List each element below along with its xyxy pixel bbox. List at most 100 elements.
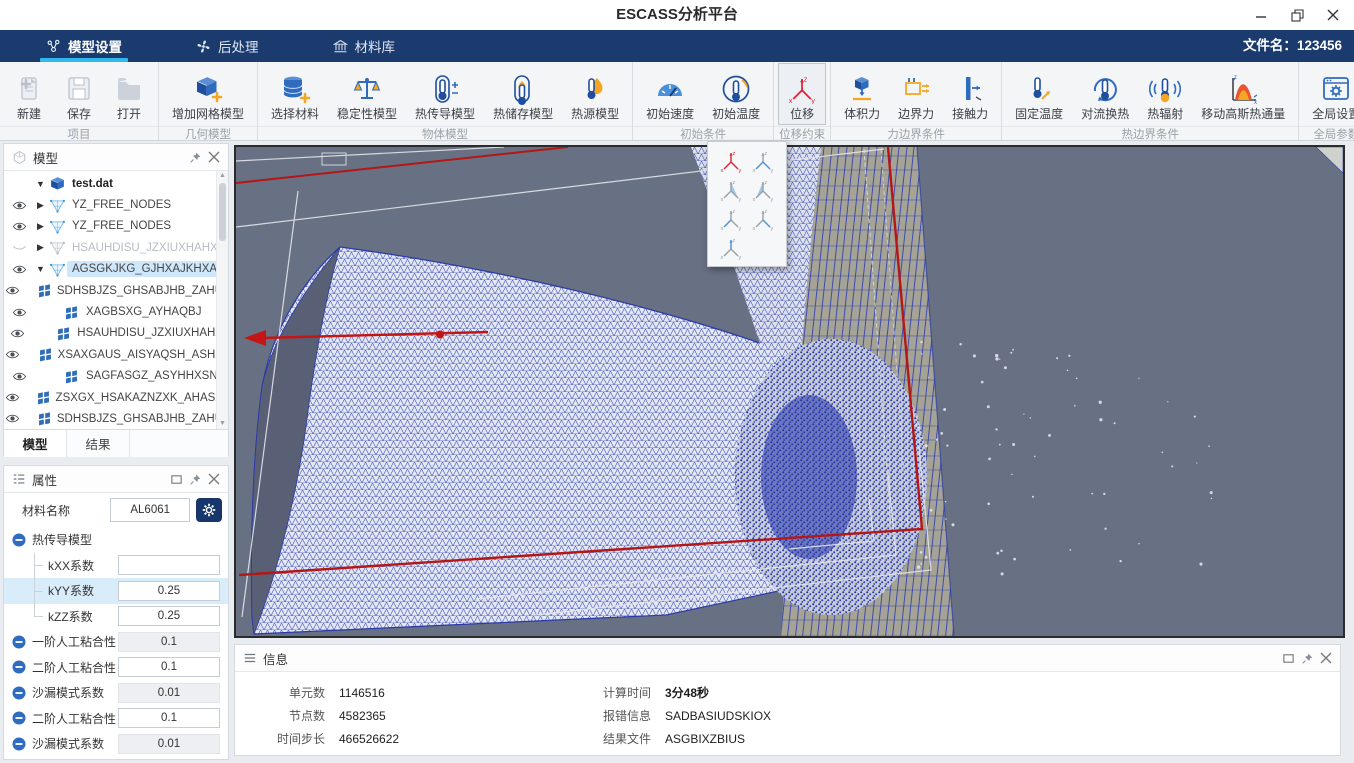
constraint-axis-z-option[interactable]: z x y: [715, 233, 747, 262]
ribbon-button-settings-window[interactable]: 全局设置: [1303, 63, 1354, 125]
ribbon-button-scale[interactable]: 稳定性模型: [328, 63, 406, 125]
scroll-down-icon[interactable]: ▼: [217, 419, 228, 429]
tree-item[interactable]: SDHSBJZS_GHSABJHB_ZAHU: [4, 280, 228, 301]
property-value-input[interactable]: [118, 708, 220, 728]
tree-item-label[interactable]: SDHSBJZS_GHSABJHB_ZAHU: [52, 283, 228, 299]
ribbon-button-thermo-conduct[interactable]: 热传导模型: [406, 63, 484, 125]
ribbon-button-database-add[interactable]: 选择材料: [262, 63, 328, 125]
ribbon-button-thermo-fixed[interactable]: 固定温度: [1006, 63, 1072, 125]
collapse-minus-icon[interactable]: [12, 660, 26, 674]
tree-item-label[interactable]: test.dat: [67, 176, 118, 192]
maximize-icon[interactable]: [1282, 652, 1295, 665]
material-name-input[interactable]: [110, 498, 190, 522]
eye-icon[interactable]: [4, 264, 34, 275]
ribbon-button-thermo-radiate[interactable]: 热辐射: [1138, 63, 1192, 125]
ribbon-button-thermo-store[interactable]: 热储存模型: [484, 63, 562, 125]
eye-icon[interactable]: [4, 285, 21, 296]
property-value-input[interactable]: [118, 632, 220, 652]
scrollbar-thumb[interactable]: [219, 183, 226, 241]
tree-item[interactable]: ▼ test.dat: [4, 173, 228, 194]
collapse-minus-icon[interactable]: [12, 635, 26, 649]
eye-icon[interactable]: [4, 413, 21, 424]
tree-item-label[interactable]: XSAXGAUS_AISYAQSH_ASHX: [53, 347, 228, 363]
minimize-button[interactable]: [1246, 3, 1276, 27]
eye-icon[interactable]: [4, 371, 34, 382]
constraint-plane-a-option[interactable]: z x y: [715, 175, 747, 204]
tree-item-label[interactable]: HSAUHDISU_JZXIUXHAHX: [72, 325, 228, 341]
eye-icon[interactable]: [4, 200, 34, 211]
pin-icon[interactable]: [1301, 652, 1314, 665]
tree-item-label[interactable]: HSAUHDISU_JZXIUXHAHX: [67, 240, 223, 256]
close-icon[interactable]: [208, 473, 220, 485]
property-value-input[interactable]: [118, 606, 220, 626]
ribbon-button-thermo-circle[interactable]: 初始温度: [703, 63, 769, 125]
constraint-plane-b-option[interactable]: z x y: [747, 175, 779, 204]
pin-icon[interactable]: [189, 473, 202, 486]
constraint-axis-x-option[interactable]: z x y: [715, 204, 747, 233]
tree-item[interactable]: ▶ HSAUHDISU_JZXIUXHAHX: [4, 237, 228, 258]
ribbon-button-body-force[interactable]: 体积力: [835, 63, 889, 125]
property-value-input[interactable]: [118, 683, 220, 703]
tree-item[interactable]: SAGFASGZ_ASYHHXSN: [4, 366, 228, 387]
constraint-xyz-option[interactable]: z x y: [715, 146, 747, 175]
tree-item[interactable]: XSAXGAUS_AISYAQSH_ASHX: [4, 344, 228, 365]
eye-off-icon[interactable]: [4, 242, 34, 253]
restore-button[interactable]: [1282, 3, 1312, 27]
close-icon[interactable]: [1320, 652, 1332, 664]
material-settings-button[interactable]: [196, 498, 222, 522]
close-icon[interactable]: [208, 151, 220, 163]
ribbon-button-triad-red[interactable]: z x y位移: [778, 63, 826, 125]
ribbon-button-thermo-convect[interactable]: 对流换热: [1072, 63, 1138, 125]
property-value-input[interactable]: [118, 734, 220, 754]
panel-tab-result[interactable]: 结果: [67, 430, 130, 457]
eye-icon[interactable]: [4, 307, 34, 318]
tree-item[interactable]: XAGBSXG_AYHAQBJ: [4, 301, 228, 322]
collapse-minus-icon[interactable]: [12, 711, 26, 725]
tree-item-label[interactable]: SAGFASGZ_ASYHHXSN: [81, 368, 223, 384]
constraint-axis-y-option[interactable]: z x y: [747, 204, 779, 233]
tree-item-label[interactable]: AGSGKJKG_GJHXAJKHXA: [67, 261, 222, 277]
scroll-up-icon[interactable]: ▲: [217, 171, 228, 181]
pin-icon[interactable]: [189, 151, 202, 164]
chevron-down-icon[interactable]: ▼: [34, 179, 47, 189]
chevron-down-icon[interactable]: ▼: [34, 264, 47, 274]
eye-icon[interactable]: [4, 328, 31, 339]
ribbon-button-contact-force[interactable]: 接触力: [943, 63, 997, 125]
eye-icon[interactable]: [4, 349, 22, 360]
ribbon-button-cube-add[interactable]: 增加网格模型: [163, 63, 253, 125]
tree-item[interactable]: HSAUHDISU_JZXIUXHAHX: [4, 323, 228, 344]
ribbon-button-boundary-force[interactable]: 边界力: [889, 63, 943, 125]
ribbon-button-gauge[interactable]: 初始速度: [637, 63, 703, 125]
collapse-minus-icon[interactable]: [12, 686, 26, 700]
tree-item-label[interactable]: SDHSBJZS_GHSABJHB_ZAHU: [52, 411, 228, 427]
ribbon-button-thermo-source[interactable]: 热源模型: [562, 63, 628, 125]
eye-icon[interactable]: [4, 221, 34, 232]
collapse-minus-icon[interactable]: [12, 737, 26, 751]
ribbon-button-save[interactable]: 保存: [54, 63, 104, 125]
tree-item-label[interactable]: YZ_FREE_NODES: [67, 197, 176, 213]
close-button[interactable]: [1318, 3, 1348, 27]
tree-item[interactable]: ▶ YZ_FREE_NODES: [4, 194, 228, 215]
chevron-right-icon[interactable]: ▶: [34, 221, 47, 232]
constraint-free-option[interactable]: z x y: [747, 146, 779, 175]
chevron-right-icon[interactable]: ▶: [34, 242, 47, 253]
tree-item-label[interactable]: XAGBSXG_AYHAQBJ: [81, 304, 206, 320]
panel-tab-model[interactable]: 模型: [4, 430, 67, 457]
tree-item-label[interactable]: ZSXGX_HSAKAZNZXK_AHASX: [51, 390, 228, 406]
eye-icon[interactable]: [4, 392, 21, 403]
chevron-right-icon[interactable]: ▶: [34, 200, 47, 211]
tree-scrollbar[interactable]: ▲ ▼: [216, 171, 228, 429]
tree-item[interactable]: ▼ AGSGKJKG_GJHXAJKHXA: [4, 259, 228, 280]
ribbon-button-folder[interactable]: 打开: [104, 63, 154, 125]
viewport-3d[interactable]: [234, 145, 1345, 638]
tree-item[interactable]: ZSXGX_HSAKAZNZXK_AHASX: [4, 387, 228, 408]
collapse-minus-icon[interactable]: [12, 533, 26, 547]
ribbon-button-doc-new[interactable]: 新建: [4, 63, 54, 125]
property-value-input[interactable]: [118, 555, 220, 575]
property-value-input[interactable]: [118, 657, 220, 677]
tab-post-processing[interactable]: 后处理: [190, 30, 265, 62]
tree-item[interactable]: SDHSBJZS_GHSABJHB_ZAHU: [4, 408, 228, 429]
tab-model-setup[interactable]: 模型设置: [40, 30, 128, 62]
maximize-icon[interactable]: [170, 473, 183, 486]
property-value-input[interactable]: [118, 581, 220, 601]
